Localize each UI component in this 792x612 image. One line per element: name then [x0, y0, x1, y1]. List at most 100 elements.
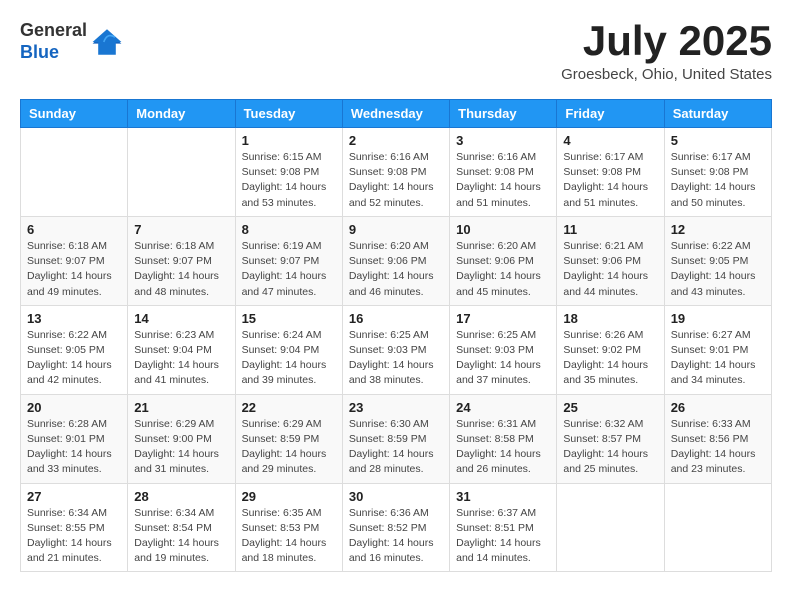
day-info: Sunrise: 6:27 AMSunset: 9:01 PMDaylight:…: [671, 328, 765, 389]
day-number: 26: [671, 400, 765, 415]
calendar-cell: 17 Sunrise: 6:25 AMSunset: 9:03 PMDayligh…: [450, 305, 557, 394]
calendar-cell: 13 Sunrise: 6:22 AMSunset: 9:05 PMDayligh…: [21, 305, 128, 394]
day-info: Sunrise: 6:34 AMSunset: 8:54 PMDaylight:…: [134, 506, 228, 567]
calendar-cell: [664, 483, 771, 572]
day-number: 5: [671, 133, 765, 148]
day-info: Sunrise: 6:22 AMSunset: 9:05 PMDaylight:…: [671, 239, 765, 300]
calendar-cell: 11 Sunrise: 6:21 AMSunset: 9:06 PMDayligh…: [557, 216, 664, 305]
day-info: Sunrise: 6:20 AMSunset: 9:06 PMDaylight:…: [349, 239, 443, 300]
day-info: Sunrise: 6:18 AMSunset: 9:07 PMDaylight:…: [134, 239, 228, 300]
calendar-cell: 28 Sunrise: 6:34 AMSunset: 8:54 PMDayligh…: [128, 483, 235, 572]
calendar-cell: 20 Sunrise: 6:28 AMSunset: 9:01 PMDayligh…: [21, 394, 128, 483]
day-number: 4: [563, 133, 657, 148]
calendar-cell: 2 Sunrise: 6:16 AMSunset: 9:08 PMDaylight…: [342, 128, 449, 217]
calendar-week-row: 6Sunrise: 6:18 AMSunset: 9:07 PMDaylight…: [21, 216, 772, 305]
calendar-cell: 29Sunrise: 6:35 AMSunset: 8:53 PMDayligh…: [235, 483, 342, 572]
day-number: 23: [349, 400, 443, 415]
day-number: 14: [134, 311, 228, 326]
calendar-cell: 5 Sunrise: 6:17 AMSunset: 9:08 PMDaylight…: [664, 128, 771, 217]
day-number: 3: [456, 133, 550, 148]
calendar-cell: 3 Sunrise: 6:16 AMSunset: 9:08 PMDaylight…: [450, 128, 557, 217]
day-of-week-header: Wednesday: [342, 100, 449, 128]
day-info: Sunrise: 6:23 AMSunset: 9:04 PMDaylight:…: [134, 328, 228, 389]
page-header: General Blue July 2025 Groesbeck, Ohio, …: [20, 20, 772, 83]
calendar-cell: 4 Sunrise: 6:17 AMSunset: 9:08 PMDaylight…: [557, 128, 664, 217]
calendar-cell: 19 Sunrise: 6:27 AMSunset: 9:01 PMDayligh…: [664, 305, 771, 394]
day-number: 25: [563, 400, 657, 415]
day-info: Sunrise: 6:31 AMSunset: 8:58 PMDaylight:…: [456, 417, 550, 478]
logo-icon: [91, 26, 123, 58]
location: Groesbeck, Ohio, United States: [561, 66, 772, 83]
calendar-cell: 12 Sunrise: 6:22 AMSunset: 9:05 PMDayligh…: [664, 216, 771, 305]
day-info: Sunrise: 6:36 AMSunset: 8:52 PMDaylight:…: [349, 506, 443, 567]
title-block: July 2025 Groesbeck, Ohio, United States: [561, 20, 772, 83]
day-info: Sunrise: 6:22 AMSunset: 9:05 PMDaylight:…: [27, 328, 121, 389]
day-number: 27: [27, 489, 121, 504]
day-number: 9: [349, 222, 443, 237]
calendar-cell: 18 Sunrise: 6:26 AMSunset: 9:02 PMDayligh…: [557, 305, 664, 394]
day-number: 21: [134, 400, 228, 415]
day-number: 22: [242, 400, 336, 415]
calendar-cell: 8 Sunrise: 6:19 AMSunset: 9:07 PMDaylight…: [235, 216, 342, 305]
day-number: 2: [349, 133, 443, 148]
day-info: Sunrise: 6:21 AMSunset: 9:06 PMDaylight:…: [563, 239, 657, 300]
calendar-cell: 10 Sunrise: 6:20 AMSunset: 9:06 PMDayligh…: [450, 216, 557, 305]
day-info: Sunrise: 6:25 AMSunset: 9:03 PMDaylight:…: [456, 328, 550, 389]
day-number: 11: [563, 222, 657, 237]
day-number: 15: [242, 311, 336, 326]
day-of-week-header: Tuesday: [235, 100, 342, 128]
day-info: Sunrise: 6:33 AMSunset: 8:56 PMDaylight:…: [671, 417, 765, 478]
day-number: 28: [134, 489, 228, 504]
month-title: July 2025: [561, 20, 772, 62]
calendar-cell: 22Sunrise: 6:29 AMSunset: 8:59 PMDayligh…: [235, 394, 342, 483]
calendar-cell: 15 Sunrise: 6:24 AMSunset: 9:04 PMDayligh…: [235, 305, 342, 394]
day-of-week-header: Monday: [128, 100, 235, 128]
calendar-cell: [21, 128, 128, 217]
calendar-cell: 24 Sunrise: 6:31 AMSunset: 8:58 PMDayligh…: [450, 394, 557, 483]
calendar-cell: 25Sunrise: 6:32 AMSunset: 8:57 PMDayligh…: [557, 394, 664, 483]
calendar-cell: 16Sunrise: 6:25 AMSunset: 9:03 PMDayligh…: [342, 305, 449, 394]
day-info: Sunrise: 6:26 AMSunset: 9:02 PMDaylight:…: [563, 328, 657, 389]
calendar-cell: 30 Sunrise: 6:36 AMSunset: 8:52 PMDayligh…: [342, 483, 449, 572]
day-of-week-header: Thursday: [450, 100, 557, 128]
day-number: 10: [456, 222, 550, 237]
day-info: Sunrise: 6:29 AMSunset: 9:00 PMDaylight:…: [134, 417, 228, 478]
day-number: 16: [349, 311, 443, 326]
calendar-cell: 1 Sunrise: 6:15 AMSunset: 9:08 PMDaylight…: [235, 128, 342, 217]
day-info: Sunrise: 6:17 AMSunset: 9:08 PMDaylight:…: [563, 150, 657, 211]
calendar-cell: 27 Sunrise: 6:34 AMSunset: 8:55 PMDayligh…: [21, 483, 128, 572]
day-info: Sunrise: 6:16 AMSunset: 9:08 PMDaylight:…: [349, 150, 443, 211]
day-info: Sunrise: 6:30 AMSunset: 8:59 PMDaylight:…: [349, 417, 443, 478]
day-number: 24: [456, 400, 550, 415]
day-info: Sunrise: 6:19 AMSunset: 9:07 PMDaylight:…: [242, 239, 336, 300]
day-info: Sunrise: 6:18 AMSunset: 9:07 PMDaylight:…: [27, 239, 121, 300]
day-info: Sunrise: 6:24 AMSunset: 9:04 PMDaylight:…: [242, 328, 336, 389]
day-number: 12: [671, 222, 765, 237]
calendar-header-row: SundayMondayTuesdayWednesdayThursdayFrid…: [21, 100, 772, 128]
day-info: Sunrise: 6:15 AMSunset: 9:08 PMDaylight:…: [242, 150, 336, 211]
day-info: Sunrise: 6:34 AMSunset: 8:55 PMDaylight:…: [27, 506, 121, 567]
calendar-table: SundayMondayTuesdayWednesdayThursdayFrid…: [20, 99, 772, 572]
day-info: Sunrise: 6:28 AMSunset: 9:01 PMDaylight:…: [27, 417, 121, 478]
calendar-cell: 6Sunrise: 6:18 AMSunset: 9:07 PMDaylight…: [21, 216, 128, 305]
logo: General Blue: [20, 20, 123, 63]
day-number: 8: [242, 222, 336, 237]
calendar-cell: 9 Sunrise: 6:20 AMSunset: 9:06 PMDaylight…: [342, 216, 449, 305]
day-of-week-header: Sunday: [21, 100, 128, 128]
day-info: Sunrise: 6:37 AMSunset: 8:51 PMDaylight:…: [456, 506, 550, 567]
day-info: Sunrise: 6:16 AMSunset: 9:08 PMDaylight:…: [456, 150, 550, 211]
day-number: 30: [349, 489, 443, 504]
calendar-cell: 31Sunrise: 6:37 AMSunset: 8:51 PMDayligh…: [450, 483, 557, 572]
day-number: 20: [27, 400, 121, 415]
calendar-cell: [128, 128, 235, 217]
day-info: Sunrise: 6:17 AMSunset: 9:08 PMDaylight:…: [671, 150, 765, 211]
day-number: 18: [563, 311, 657, 326]
day-info: Sunrise: 6:20 AMSunset: 9:06 PMDaylight:…: [456, 239, 550, 300]
day-number: 19: [671, 311, 765, 326]
day-number: 17: [456, 311, 550, 326]
day-number: 1: [242, 133, 336, 148]
day-of-week-header: Friday: [557, 100, 664, 128]
day-number: 13: [27, 311, 121, 326]
calendar-cell: [557, 483, 664, 572]
calendar-cell: 14 Sunrise: 6:23 AMSunset: 9:04 PMDayligh…: [128, 305, 235, 394]
